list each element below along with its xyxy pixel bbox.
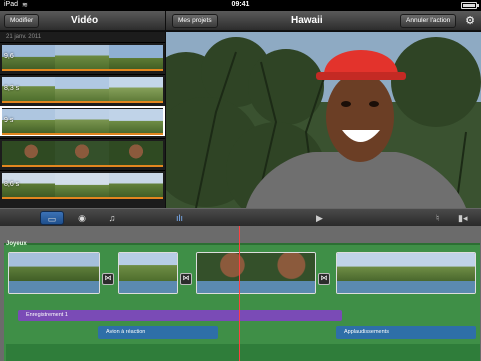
video-viewer[interactable]	[166, 32, 481, 208]
clip-used-indicator	[2, 101, 163, 103]
microphone-icon[interactable]: ♮	[436, 211, 439, 225]
clip-used-indicator	[2, 165, 163, 167]
sound-effect-applause[interactable]: Applaudissements	[336, 326, 476, 339]
clip-duration: 9,6	[4, 53, 14, 60]
clip-row-selected[interactable]: 9 s	[0, 106, 165, 136]
project-timeline[interactable]: Joyeux ⋈ ⋈ ⋈ Enregistrement 1 Avion à ré…	[0, 226, 481, 361]
clip-used-indicator	[2, 69, 163, 71]
edit-button[interactable]: Modifier	[4, 14, 40, 28]
timeline-video-clip[interactable]	[118, 252, 178, 294]
clip-row[interactable]: 8,6 s	[0, 170, 165, 200]
viewer-frame	[166, 32, 481, 208]
video-tab[interactable]: ▭	[40, 211, 64, 225]
clip-duration: 8,6 s	[4, 181, 20, 188]
transition-icon[interactable]: ⋈	[180, 273, 192, 285]
camera-capture-icon[interactable]: ▮◂	[458, 211, 467, 225]
undo-button[interactable]: Annuler l'action	[400, 14, 457, 28]
clip-browser[interactable]: 21 janv. 2011 9,6 8,3 s 9 s 8,6 s	[0, 32, 165, 208]
my-projects-button[interactable]: Mes projets	[172, 14, 218, 28]
music-tab-icon[interactable]: ♫	[100, 211, 124, 225]
gear-icon[interactable]: ⚙	[463, 14, 477, 28]
ipad-screen: iPad ≋ 09:41 Modifier Vidéo Mes projets …	[0, 0, 481, 361]
clip-used-indicator	[2, 133, 163, 135]
sound-effect-jet[interactable]: Avion à réaction	[98, 326, 218, 339]
clip-audio-waveform	[197, 281, 315, 293]
audio-waveform-icon[interactable]: ılı	[176, 211, 183, 225]
clip-row[interactable]: 8,3 s	[0, 74, 165, 104]
status-time: 09:41	[231, 1, 250, 8]
clip-audio-waveform	[119, 281, 177, 293]
playhead[interactable]	[239, 226, 240, 361]
browser-date: 21 janv. 2011	[6, 34, 42, 40]
theme-label: Joyeux	[6, 241, 27, 247]
transition-icon[interactable]: ⋈	[318, 273, 330, 285]
background-music-track[interactable]	[6, 344, 480, 361]
project-title: Hawaii	[291, 15, 323, 26]
timeline-video-clip[interactable]	[336, 252, 476, 294]
transition-icon[interactable]: ⋈	[102, 273, 114, 285]
timeline-video-clip[interactable]	[196, 252, 316, 294]
timeline-video-clip[interactable]	[8, 252, 100, 294]
battery-icon	[461, 2, 479, 9]
play-icon[interactable]: ▶	[316, 211, 323, 225]
clip-duration: 9 s	[4, 117, 14, 124]
camera-tab-icon[interactable]: ◉	[70, 211, 94, 225]
browser-navbar: Modifier Vidéo	[0, 11, 165, 31]
clip-duration: 8,3 s	[4, 85, 20, 92]
recording-clip[interactable]: Enregistrement 1	[18, 310, 342, 321]
viewer-navbar: Mes projets Hawaii Annuler l'action ⚙	[166, 11, 481, 31]
browser-title: Vidéo	[71, 15, 99, 26]
clip-audio-waveform	[337, 281, 475, 293]
status-bar: iPad ≋ 09:41	[0, 0, 481, 11]
media-toolbar: ▭ ◉ ♫ ılı ▶ ♮ ▮◂	[0, 208, 481, 226]
clip-row[interactable]: 9,6	[0, 42, 165, 72]
clip-audio-waveform	[9, 281, 99, 293]
clip-used-indicator	[2, 197, 163, 199]
clip-row[interactable]	[0, 138, 165, 168]
